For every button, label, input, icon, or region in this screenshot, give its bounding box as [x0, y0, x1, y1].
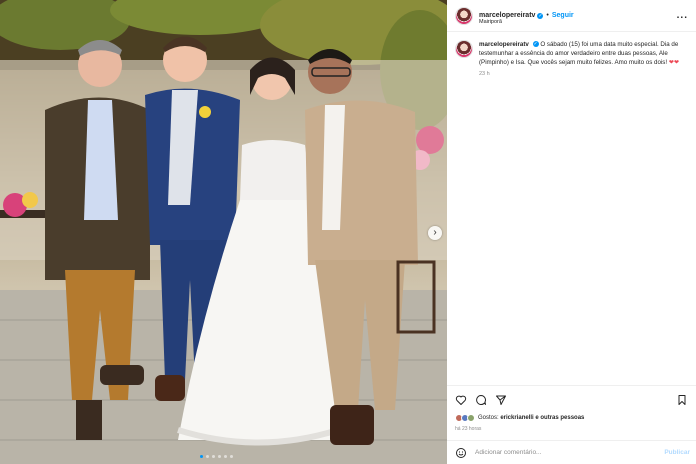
post-header: marcelopereiratv ✓ • Seguir Mairiporã ..… — [447, 0, 696, 32]
comment-input[interactable] — [475, 449, 655, 456]
carousel-dot — [224, 455, 227, 458]
carousel-dot — [206, 455, 209, 458]
heart-icon[interactable] — [455, 394, 467, 406]
author-username[interactable]: marcelopereiratv — [479, 12, 535, 19]
heart-emoji-icon: ❤❤ — [668, 59, 680, 66]
action-icon-row — [455, 394, 507, 406]
post-side-panel: marcelopereiratv ✓ • Seguir Mairiporã ..… — [447, 0, 696, 464]
carousel-next-button[interactable]: › — [428, 226, 442, 240]
comment-icon[interactable] — [475, 394, 487, 406]
post-time-ago: há 23 horas — [455, 426, 482, 432]
bookmark-icon[interactable] — [676, 394, 688, 406]
separator-dot: • — [546, 12, 549, 19]
verified-badge-icon: ✓ — [537, 12, 544, 19]
post-caption: marcelopereiratv ✓ O sábado (15) foi uma… — [455, 40, 689, 77]
wedding-photo-illustration — [0, 0, 447, 464]
publish-button[interactable]: Publicar — [664, 449, 690, 456]
carousel-dot — [218, 455, 221, 458]
comment-bar: Publicar — [447, 440, 696, 464]
follow-button[interactable]: Seguir — [552, 12, 574, 19]
more-options-icon[interactable]: ... — [677, 10, 688, 21]
caption-timestamp: 23 h — [479, 71, 490, 77]
post-location[interactable]: Mairiporã — [479, 19, 502, 25]
carousel-dot — [230, 455, 233, 458]
post-photo[interactable]: › — [0, 0, 447, 464]
likes-suffix[interactable]: e outras pessoas — [534, 415, 584, 421]
likes-user[interactable]: erickrianelli — [500, 415, 533, 421]
emoji-icon[interactable] — [455, 447, 467, 459]
carousel-dot — [212, 455, 215, 458]
likes-summary[interactable]: Gostos: erickrianelli e outras pessoas — [455, 414, 584, 422]
post-actions: Gostos: erickrianelli e outras pessoas h… — [447, 385, 696, 463]
avatar[interactable] — [455, 6, 473, 25]
carousel-dot — [200, 455, 203, 458]
caption-username[interactable]: marcelopereiratv — [479, 41, 529, 48]
share-icon[interactable] — [495, 394, 507, 406]
caption-avatar[interactable] — [455, 40, 473, 58]
liker-avatar — [467, 414, 475, 422]
likes-prefix: Gostos: — [478, 415, 501, 421]
carousel-indicator — [200, 455, 233, 458]
caption-body: marcelopereiratv ✓ O sábado (15) foi uma… — [479, 40, 689, 67]
likes-text: Gostos: erickrianelli e outras pessoas — [478, 415, 584, 421]
verified-badge-icon: ✓ — [532, 41, 539, 48]
